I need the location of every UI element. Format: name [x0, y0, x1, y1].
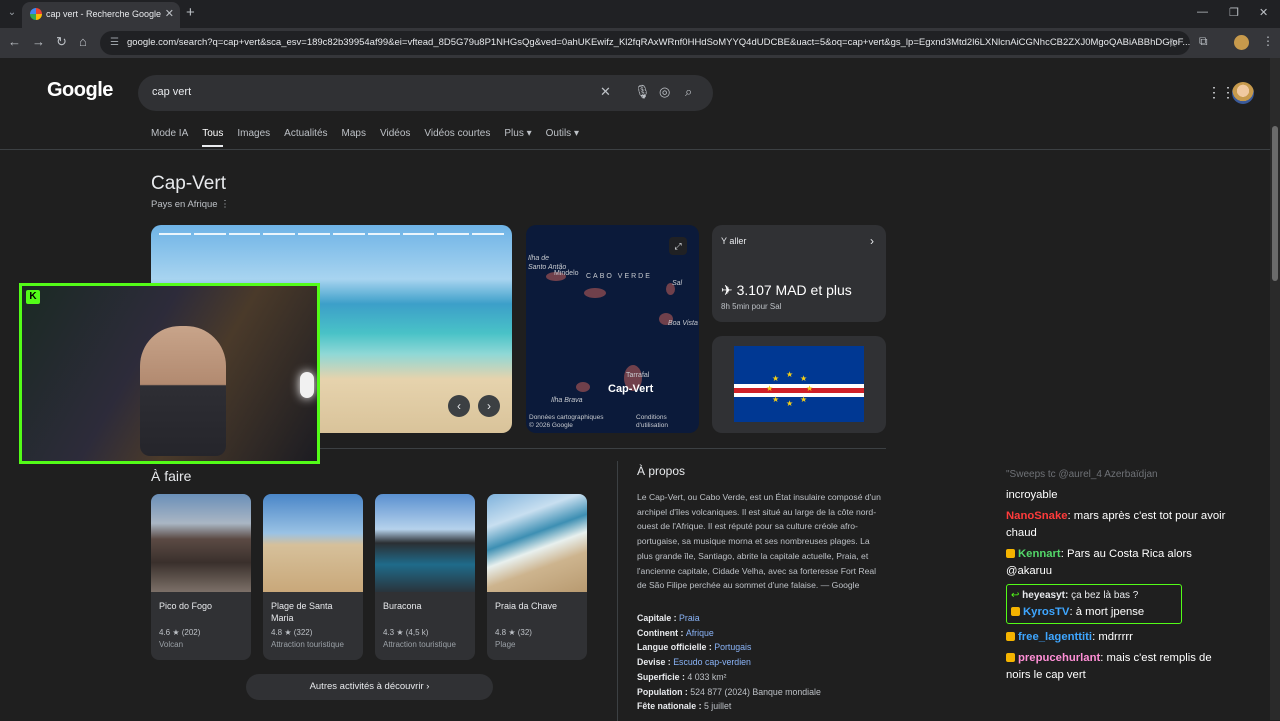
activity-card[interactable]: Pico do Fogo 4.6 ★ (202) Volcan [151, 494, 251, 660]
stream-chat: "Sweeps tc @aurel_4 Azerbaïdjan incroyab… [1006, 466, 1236, 688]
reply-arrow-icon: ↩ [1011, 590, 1020, 601]
sub-badge-icon [1006, 549, 1015, 558]
carousel-prev-button[interactable]: ‹ [448, 395, 470, 417]
search-input[interactable]: cap vert [152, 86, 191, 98]
column-divider [617, 461, 618, 721]
chat-faded-message: "Sweeps tc @aurel_4 Azerbaïdjan [1006, 469, 1158, 480]
tab-outils[interactable]: Outils ▾ [546, 128, 579, 147]
sub-badge-icon [1011, 607, 1020, 616]
tab-videos-courtes[interactable]: Vidéos courtes [424, 128, 490, 147]
address-bar-row: ← → ↻ ⌂ ☰ google.com/search?q=cap+vert&s… [0, 28, 1280, 58]
fact-row: Devise : Escudo cap-verdien [637, 657, 751, 668]
fact-row: Population : 524 877 (2024) Banque mondi… [637, 686, 821, 697]
new-tab-button[interactable]: + [186, 4, 195, 21]
tab-tous[interactable]: Tous [202, 128, 224, 147]
chevron-right-icon: › [870, 234, 874, 248]
expand-map-icon[interactable]: ⤢ [669, 237, 687, 255]
travel-duration: 8h 5min pour Sal [721, 302, 782, 311]
tab-images[interactable]: Images [237, 128, 270, 147]
browser-profile-avatar[interactable] [1234, 35, 1249, 50]
travel-label: Y aller [721, 236, 747, 246]
kick-logo-icon: K [26, 290, 40, 304]
carousel-progress [159, 233, 504, 235]
chat-reply: ↩ heyeasyt: ça bez là bas ? KyrosTV: à m… [1006, 584, 1182, 624]
chat-message: incroyable [1006, 489, 1058, 501]
map-card[interactable]: ⤢ Ilha de Santo Antão Mindelo CABO VERDE… [526, 225, 699, 433]
home-icon[interactable]: ⌂ [79, 34, 87, 49]
extensions-icon[interactable]: ⧉ [1199, 34, 1208, 49]
browser-menu-icon[interactable]: ⋮ [1262, 34, 1274, 48]
page-scrollbar[interactable] [1270, 58, 1280, 720]
flag-stars-icon: ★ ★ ★ ★ ★ ★ ★ ★ [766, 370, 814, 408]
kp-title: Cap-Vert [151, 173, 226, 194]
google-logo[interactable]: Google [47, 79, 113, 102]
more-activities-button[interactable]: Autres activités à découvrir › [246, 674, 493, 700]
flag-card[interactable]: ★ ★ ★ ★ ★ ★ ★ ★ [712, 336, 886, 433]
tab-strip: ⌄ cap vert - Recherche Google ✕ + — ❐ ✕ [0, 0, 1280, 28]
fact-row: Fête nationale : 5 juillet [637, 701, 732, 712]
about-description: Le Cap-Vert, ou Cabo Verde, est un État … [637, 492, 881, 591]
chat-message: free_lagenttiti: mdrrrrr [1006, 629, 1236, 646]
back-icon[interactable]: ← [8, 34, 21, 49]
kp-subtitle: Pays en Afrique ⋮ [151, 199, 230, 210]
a-faire-title: À faire [151, 468, 192, 484]
activity-image [263, 494, 363, 592]
tab-search-icon[interactable]: ⌄ [4, 5, 20, 21]
maximize-icon[interactable]: ❐ [1229, 6, 1239, 19]
forward-icon[interactable]: → [32, 34, 45, 49]
travel-card[interactable]: Y aller › ✈ 3.107 MAD et plus 8h 5min po… [712, 225, 886, 322]
mic-icon[interactable]: 🎙 [634, 84, 651, 100]
fact-row: Superficie : 4 033 km² [637, 671, 727, 682]
tab-plus[interactable]: Plus ▾ [504, 128, 531, 147]
activity-card[interactable]: Buracona 4.3 ★ (4,5 k) Attraction touris… [375, 494, 475, 660]
clear-icon[interactable]: ✕ [600, 84, 611, 100]
sub-badge-icon [1006, 632, 1015, 641]
activity-image [151, 494, 251, 592]
bookmark-star-icon[interactable]: ☆ [1167, 31, 1178, 55]
tab-videos[interactable]: Vidéos [380, 128, 410, 147]
more-options-icon[interactable]: ⋮ [220, 199, 230, 210]
reload-icon[interactable]: ↻ [56, 34, 67, 50]
tab-maps[interactable]: Maps [342, 128, 366, 147]
lens-icon[interactable]: ◎ [659, 84, 670, 100]
activity-image [375, 494, 475, 592]
search-icon[interactable]: ⌕ [685, 84, 692, 100]
facts-list: Capitale : Praia Continent : Afrique Lan… [637, 611, 821, 714]
minimize-icon[interactable]: — [1197, 6, 1208, 18]
fact-row: Langue officielle : Portugais [637, 642, 752, 653]
browser-tab[interactable]: cap vert - Recherche Google ✕ [22, 2, 180, 28]
activity-card[interactable]: Praia da Chave 4.8 ★ (32) Plage [487, 494, 587, 660]
sub-badge-icon [1006, 653, 1015, 662]
search-tabs: Mode IA Tous Images Actualités Maps Vidé… [151, 128, 593, 147]
site-info-icon[interactable]: ☰ [110, 31, 119, 55]
close-window-icon[interactable]: ✕ [1259, 6, 1268, 19]
tab-title: cap vert - Recherche Google [46, 9, 162, 19]
streamer-webcam: K [19, 283, 320, 464]
google-favicon-icon [30, 8, 42, 20]
tab-mode-ia[interactable]: Mode IA [151, 128, 188, 147]
activity-image [487, 494, 587, 592]
account-avatar[interactable] [1232, 82, 1254, 104]
streamer-figure [140, 326, 226, 456]
search-box[interactable]: cap vert ✕ 🎙 ◎ ⌕ [138, 75, 713, 111]
carousel-next-button[interactable]: › [478, 395, 500, 417]
fact-row: Continent : Afrique [637, 627, 714, 638]
tab-actualites[interactable]: Actualités [284, 128, 327, 147]
chat-message: prepucehurlant: mais c'est remplis de no… [1006, 652, 1212, 681]
url-field[interactable]: ☰ google.com/search?q=cap+vert&sca_esv=1… [100, 31, 1190, 55]
header-divider [0, 149, 1270, 150]
apps-grid-icon[interactable]: ⋮⋮ [1207, 84, 1235, 101]
chat-message: Kennart: Pars au Costa Rica alors @akaru… [1006, 548, 1192, 577]
url-text: google.com/search?q=cap+vert&sca_esv=189… [127, 37, 1190, 48]
chat-message: NanoSnake: mars après c'est tot pour avo… [1006, 510, 1226, 539]
tab-close-icon[interactable]: ✕ [165, 2, 174, 26]
lamp [300, 372, 314, 398]
about-title: À propos [637, 464, 686, 478]
activity-card[interactable]: Plage de Santa Maria 4.8 ★ (322) Attract… [263, 494, 363, 660]
fact-row: Capitale : Praia [637, 613, 700, 623]
cape-verde-flag: ★ ★ ★ ★ ★ ★ ★ ★ [734, 346, 864, 422]
travel-price: ✈ 3.107 MAD et plus [721, 282, 852, 298]
